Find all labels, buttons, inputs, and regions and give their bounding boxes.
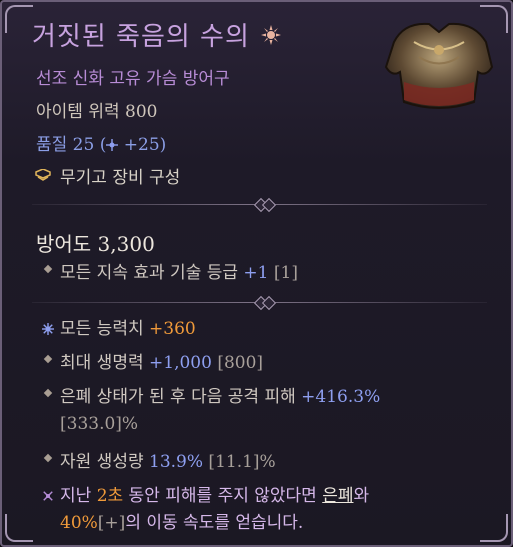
item-name: 거짓된 죽음의 수의 bbox=[32, 16, 282, 53]
affix-label: 은폐 상태가 된 후 다음 공격 피해 bbox=[60, 387, 302, 407]
frame-corner bbox=[5, 5, 33, 33]
implicit-affix: 모든 지속 효과 기술 등급 +1 [1] bbox=[36, 260, 500, 287]
unique-power-text: 지난 2초 동안 피해를 주지 않았다면 은폐와 40%[+]의 이동 속도를 얻… bbox=[60, 483, 500, 537]
sun-rune-icon bbox=[260, 24, 281, 45]
quality-star-icon bbox=[106, 139, 119, 151]
unique-text-part: 동안 피해를 주지 않았다면 bbox=[123, 486, 323, 506]
unique-power: 지난 2초 동안 피해를 주지 않았다면 은폐와 40%[+]의 이동 속도를 얻… bbox=[36, 483, 500, 537]
affix-label: 자원 생성량 bbox=[60, 452, 150, 472]
chest-armor-image bbox=[384, 22, 494, 109]
affix-range: [11.1]% bbox=[203, 452, 276, 472]
item-tooltip: 거짓된 죽음의 수의 선조 신화 고유 가슴 방어구 아이템 위력 800 품질… bbox=[0, 0, 513, 547]
unique-keyword[interactable]: 은폐 bbox=[322, 486, 353, 506]
diamond-bullet-icon bbox=[36, 350, 60, 364]
affix-row: 모든 능력치 +360 bbox=[36, 316, 500, 343]
greater-affix-star-icon bbox=[36, 316, 60, 335]
unique-bracket: [+] bbox=[97, 513, 126, 533]
affix-value: +360 bbox=[149, 319, 196, 339]
affix-value: 13.9% bbox=[149, 452, 204, 472]
affix-text: 은폐 상태가 된 후 다음 공격 피해 +416.3% [333.0]% bbox=[60, 384, 500, 438]
affix-text: 모든 능력치 +360 bbox=[60, 316, 500, 343]
diamond-bullet-icon bbox=[36, 449, 60, 463]
loadout-icon bbox=[35, 168, 51, 181]
implicit-range: [1] bbox=[268, 263, 298, 283]
affix-row: 최대 생명력 +1,000 [800] bbox=[36, 350, 500, 377]
unique-text-part: 지난 bbox=[60, 486, 97, 506]
unique-percent: 40% bbox=[60, 513, 98, 533]
implicit-label: 모든 지속 효과 기술 등급 bbox=[60, 263, 244, 283]
section-divider bbox=[32, 295, 487, 311]
frame-corner bbox=[5, 514, 33, 542]
implicit-text: 모든 지속 효과 기술 등급 +1 [1] bbox=[60, 260, 500, 287]
affix-text: 최대 생명력 +1,000 [800] bbox=[60, 350, 500, 377]
affix-label: 모든 능력치 bbox=[60, 319, 150, 339]
diamond-bullet-icon bbox=[36, 260, 60, 274]
unique-star-icon bbox=[36, 483, 60, 502]
quality-bonus: +25) bbox=[123, 135, 167, 155]
item-quality: 품질 25 ( +25) bbox=[36, 130, 166, 155]
affix-row: 자원 생성량 13.9% [11.1]% bbox=[36, 449, 500, 476]
diamond-bullet-icon bbox=[36, 384, 60, 398]
item-type: 선조 신화 고유 가슴 방어구 bbox=[36, 69, 230, 89]
affix-label: 최대 생명력 bbox=[60, 353, 150, 373]
armor-value: 방어도 3,300 bbox=[36, 232, 155, 256]
quality-prefix: 품질 25 ( bbox=[36, 135, 107, 155]
affix-value: +416.3% bbox=[301, 387, 381, 407]
section-divider bbox=[32, 197, 487, 213]
affix-row: 은폐 상태가 된 후 다음 공격 피해 +416.3% [333.0]% bbox=[36, 384, 500, 438]
affix-text: 자원 생성량 13.9% [11.1]% bbox=[60, 449, 500, 476]
loadout-label: 무기고 장비 구성 bbox=[60, 168, 181, 188]
unique-text-part: 와 bbox=[353, 486, 370, 506]
unique-text-part: 의 이동 속도를 얻습니다. bbox=[125, 513, 304, 533]
affix-range: [800] bbox=[211, 353, 264, 373]
armory-loadout: 무기고 장비 구성 bbox=[34, 163, 180, 188]
item-name-text: 거짓된 죽음의 수의 bbox=[32, 22, 250, 52]
implicit-value: +1 bbox=[243, 263, 269, 283]
item-power: 아이템 위력 800 bbox=[36, 102, 158, 122]
unique-seconds: 2초 bbox=[96, 486, 124, 506]
affix-range: [333.0]% bbox=[60, 414, 139, 434]
affix-value: +1,000 bbox=[149, 353, 212, 373]
